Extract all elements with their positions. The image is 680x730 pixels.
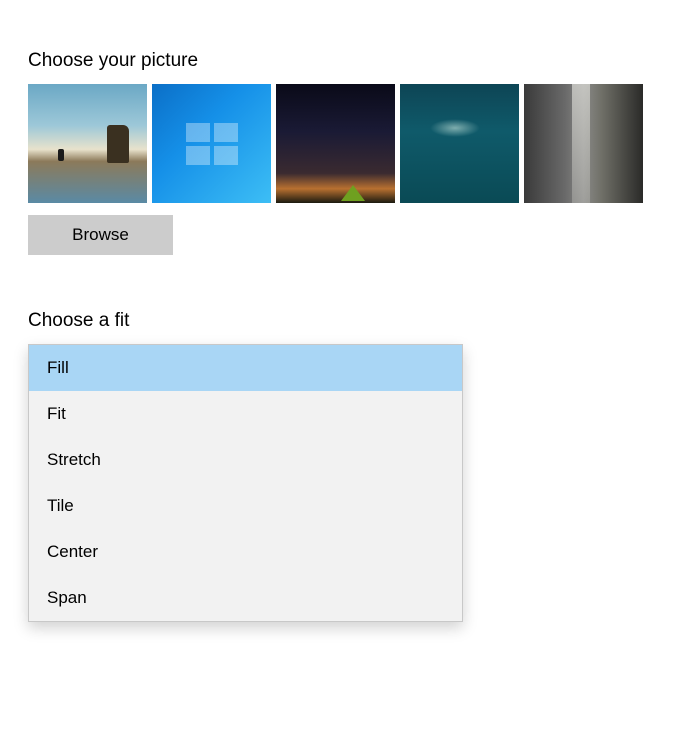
picture-thumb-night[interactable] [276, 84, 395, 203]
choose-fit-section: Choose a fit Fill Fit Stretch Tile Cente… [28, 310, 652, 622]
fit-option-fit[interactable]: Fit [29, 391, 462, 437]
fit-option-fill[interactable]: Fill [29, 345, 462, 391]
fit-option-stretch[interactable]: Stretch [29, 437, 462, 483]
picture-thumb-beach[interactable] [28, 84, 147, 203]
browse-button[interactable]: Browse [28, 215, 173, 255]
fit-option-center[interactable]: Center [29, 529, 462, 575]
fit-option-span[interactable]: Span [29, 575, 462, 621]
choose-picture-label: Choose your picture [28, 50, 652, 72]
choose-fit-label: Choose a fit [28, 310, 652, 332]
picture-thumb-underwater[interactable] [400, 84, 519, 203]
picture-thumbnails [28, 84, 652, 203]
fit-dropdown[interactable]: Fill Fit Stretch Tile Center Span [28, 344, 463, 622]
fit-option-tile[interactable]: Tile [29, 483, 462, 529]
picture-thumb-rock[interactable] [524, 84, 643, 203]
picture-thumb-windows[interactable] [152, 84, 271, 203]
choose-picture-section: Choose your picture Browse [28, 50, 652, 255]
